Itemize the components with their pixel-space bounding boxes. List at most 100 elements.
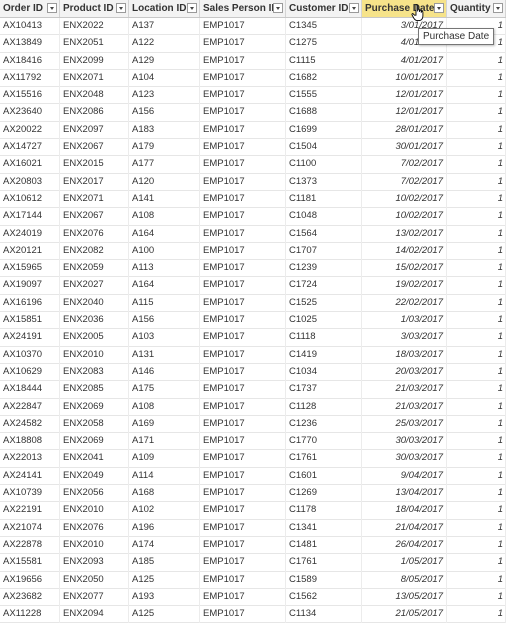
cell-purchase-date: 18/04/2017 — [362, 502, 447, 520]
table-row[interactable]: AX21074 ENX2076 A196 EMP1017 C1341 21/04/2017… — [0, 519, 506, 537]
cell-purchase-date: 21/04/2017 — [362, 519, 447, 537]
cell-customer-id: C1682 — [286, 69, 362, 88]
cell-quantity: 1 — [447, 260, 506, 278]
cell-customer-id: C1761 — [286, 450, 362, 468]
table-row[interactable]: AX16021 ENX2015 A177 EMP1017 C1100 7/02/2017 1 — [0, 156, 506, 174]
table-row[interactable]: AX20121 ENX2082 A100 EMP1017 C1707 14/02/2017… — [0, 242, 506, 261]
cell-customer-id: C1481 — [286, 536, 362, 555]
chevron-down-icon[interactable] — [47, 3, 57, 13]
cell-sales-person-id: EMP1017 — [200, 312, 286, 330]
cell-customer-id: C1761 — [286, 554, 362, 572]
table-row[interactable]: AX24582 ENX2058 A169 EMP1017 C1236 25/03/2017… — [0, 415, 506, 434]
column-header-customer-id[interactable]: Customer ID — [286, 0, 362, 17]
table-row[interactable]: AX18416 ENX2099 A129 EMP1017 C1115 4/01/2017 1 — [0, 52, 506, 70]
cell-customer-id: C1419 — [286, 346, 362, 364]
cell-quantity: 1 — [447, 467, 506, 486]
table-row[interactable]: AX22878 ENX2010 A174 EMP1017 C1481 26/04/2017… — [0, 536, 506, 555]
table-row[interactable]: AX18808 ENX2069 A171 EMP1017 C1770 30/03/2017… — [0, 433, 506, 451]
table-row[interactable]: AX20803 ENX2017 A120 EMP1017 C1373 7/02/2017 1 — [0, 173, 506, 191]
cell-product-id: ENX2015 — [60, 156, 129, 174]
column-header-purchase-date[interactable]: Purchase Date — [362, 0, 447, 17]
cell-customer-id: C1724 — [286, 277, 362, 295]
cell-product-id: ENX2082 — [60, 242, 129, 261]
hand-pointer-icon — [411, 4, 424, 22]
column-header-location-id[interactable]: Location ID — [129, 0, 200, 17]
cell-quantity: 1 — [447, 104, 506, 122]
cell-order-id: AX24019 — [0, 225, 60, 243]
table-row[interactable]: AX15516 ENX2048 A123 EMP1017 C1555 12/01/2017… — [0, 87, 506, 105]
cell-order-id: AX11228 — [0, 606, 60, 623]
cell-location-id: A171 — [129, 433, 200, 451]
cell-location-id: A114 — [129, 467, 200, 486]
column-header-product-id[interactable]: Product ID — [60, 0, 129, 17]
cell-product-id: ENX2094 — [60, 606, 129, 623]
cell-sales-person-id: EMP1017 — [200, 104, 286, 122]
cell-customer-id: C1034 — [286, 363, 362, 382]
column-header-order-id[interactable]: Order ID — [0, 0, 60, 17]
cell-location-id: A104 — [129, 69, 200, 88]
cell-location-id: A185 — [129, 554, 200, 572]
table-row[interactable]: AX15851 ENX2036 A156 EMP1017 C1025 1/03/2017 1 — [0, 312, 506, 330]
cell-quantity: 1 — [447, 485, 506, 503]
cell-location-id: A179 — [129, 139, 200, 157]
table-row[interactable]: AX15965 ENX2059 A113 EMP1017 C1239 15/02/2017… — [0, 260, 506, 278]
table-row[interactable]: AX15581 ENX2093 A185 EMP1017 C1761 1/05/2017 1 — [0, 554, 506, 572]
cell-order-id: AX22847 — [0, 398, 60, 416]
cell-sales-person-id: EMP1017 — [200, 571, 286, 589]
cell-location-id: A141 — [129, 190, 200, 209]
chevron-down-icon[interactable] — [349, 3, 359, 13]
table-row[interactable]: AX22191 ENX2010 A102 EMP1017 C1178 18/04/2017… — [0, 502, 506, 520]
cell-customer-id: C1181 — [286, 190, 362, 209]
table-row[interactable]: AX23682 ENX2077 A193 EMP1017 C1562 13/05/2017… — [0, 588, 506, 607]
chevron-down-icon[interactable] — [273, 3, 283, 13]
cell-product-id: ENX2017 — [60, 173, 129, 191]
cell-customer-id: C1115 — [286, 52, 362, 70]
table-row[interactable]: AX10370 ENX2010 A131 EMP1017 C1419 18/03/2017… — [0, 346, 506, 364]
table-row[interactable]: AX19097 ENX2027 A164 EMP1017 C1724 19/02/2017… — [0, 277, 506, 295]
table-row[interactable]: AX24141 ENX2049 A114 EMP1017 C1601 9/04/2017 1 — [0, 467, 506, 486]
table-row[interactable]: AX10612 ENX2071 A141 EMP1017 C1181 10/02/2017… — [0, 190, 506, 209]
cell-sales-person-id: EMP1017 — [200, 588, 286, 607]
cell-order-id: AX15516 — [0, 87, 60, 105]
table-row[interactable]: AX22847 ENX2069 A108 EMP1017 C1128 21/03/2017… — [0, 398, 506, 416]
table-row[interactable]: AX17144 ENX2067 A108 EMP1017 C1048 10/02/2017… — [0, 208, 506, 226]
cell-purchase-date: 30/03/2017 — [362, 450, 447, 468]
cell-sales-person-id: EMP1017 — [200, 277, 286, 295]
cell-quantity: 1 — [447, 69, 506, 88]
cell-quantity: 1 — [447, 208, 506, 226]
chevron-down-icon[interactable] — [493, 3, 503, 13]
table-row[interactable]: AX19656 ENX2050 A125 EMP1017 C1589 8/05/2017 1 — [0, 571, 506, 589]
table-row[interactable]: AX18444 ENX2085 A175 EMP1017 C1737 21/03/2017… — [0, 381, 506, 399]
cell-product-id: ENX2077 — [60, 588, 129, 607]
table-row[interactable]: AX24191 ENX2005 A103 EMP1017 C1118 3/03/2017 1 — [0, 329, 506, 347]
table-row[interactable]: AX10629 ENX2083 A146 EMP1017 C1034 20/03/2017… — [0, 363, 506, 382]
column-header-label: Customer ID — [289, 3, 349, 14]
chevron-down-icon[interactable] — [187, 3, 197, 13]
cell-customer-id: C1341 — [286, 519, 362, 537]
table-row[interactable]: AX16196 ENX2040 A115 EMP1017 C1525 22/02/2017… — [0, 294, 506, 313]
cell-purchase-date: 18/03/2017 — [362, 346, 447, 364]
cell-sales-person-id: EMP1017 — [200, 260, 286, 278]
cell-product-id: ENX2069 — [60, 433, 129, 451]
cell-customer-id: C1134 — [286, 606, 362, 623]
table-row[interactable]: AX22013 ENX2041 A109 EMP1017 C1761 30/03/2017… — [0, 450, 506, 468]
cell-location-id: A177 — [129, 156, 200, 174]
cell-order-id: AX18444 — [0, 381, 60, 399]
chevron-down-icon[interactable] — [116, 3, 126, 13]
cell-order-id: AX15581 — [0, 554, 60, 572]
table-row[interactable]: AX23640 ENX2086 A156 EMP1017 C1688 12/01/2017… — [0, 104, 506, 122]
table-row[interactable]: AX14727 ENX2067 A179 EMP1017 C1504 30/01/2017… — [0, 139, 506, 157]
chevron-down-icon[interactable] — [434, 3, 444, 13]
table-row[interactable]: AX11792 ENX2071 A104 EMP1017 C1682 10/01/2017… — [0, 69, 506, 88]
column-header-sales-person-id[interactable]: Sales Person ID — [200, 0, 286, 17]
cell-purchase-date: 19/02/2017 — [362, 277, 447, 295]
table-row[interactable]: AX24019 ENX2076 A164 EMP1017 C1564 13/02/2017… — [0, 225, 506, 243]
cell-customer-id: C1025 — [286, 312, 362, 330]
cell-quantity: 1 — [447, 190, 506, 209]
cell-purchase-date: 13/05/2017 — [362, 588, 447, 607]
cell-quantity: 1 — [447, 52, 506, 70]
table-row[interactable]: AX11228 ENX2094 A125 EMP1017 C1134 21/05/2017… — [0, 606, 506, 623]
table-row[interactable]: AX20022 ENX2097 A183 EMP1017 C1699 28/01/2017… — [0, 121, 506, 140]
table-row[interactable]: AX10739 ENX2056 A168 EMP1017 C1269 13/04/2017… — [0, 485, 506, 503]
column-header-quantity[interactable]: Quantity — [447, 0, 506, 17]
